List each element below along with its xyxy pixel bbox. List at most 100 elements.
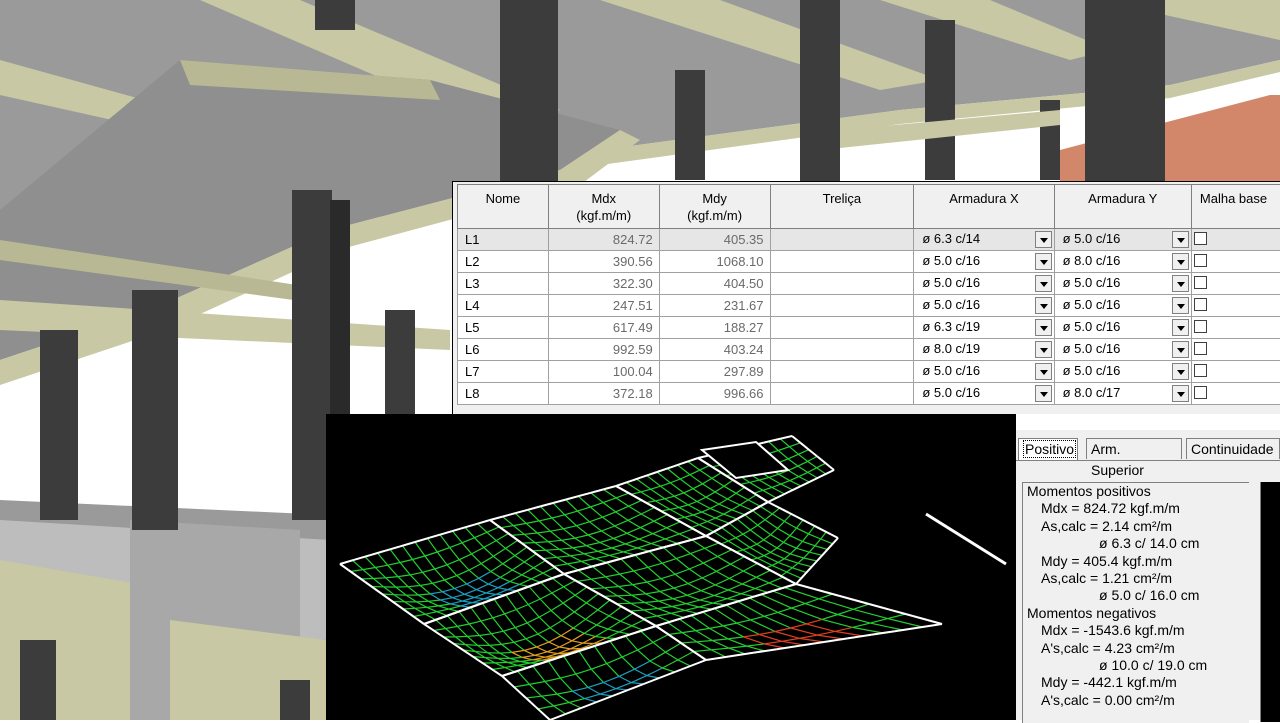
results-line: ø 6.3 c/ 14.0 cm xyxy=(1023,535,1249,552)
results-line: ø 5.0 c/ 16.0 cm xyxy=(1023,587,1249,604)
malha-base-checkbox[interactable] xyxy=(1194,320,1207,333)
dropdown-arrow-icon[interactable] xyxy=(1172,231,1189,248)
table-row[interactable]: L1824.72405.35 ø 6.3 c/14ø 5.0 c/16 xyxy=(458,229,1280,251)
col-header-nome[interactable]: Nome xyxy=(458,185,549,229)
malha-base-checkbox[interactable] xyxy=(1194,232,1207,245)
fem-mesh-viewer[interactable] xyxy=(326,414,1016,720)
cell-nome[interactable]: L1 xyxy=(458,229,549,251)
cell-trelica[interactable] xyxy=(770,229,914,251)
col-header-armadura-y[interactable]: Armadura Y xyxy=(1054,185,1191,229)
armadura-x-select[interactable]: ø 5.0 c/16 xyxy=(914,383,1054,405)
cell-trelica[interactable] xyxy=(770,251,914,273)
col-header-malha-base[interactable]: Malha base xyxy=(1191,185,1280,229)
armadura-x-select[interactable]: ø 5.0 c/16 xyxy=(914,273,1054,295)
tab-arm-superior[interactable]: Arm. Superior xyxy=(1086,438,1182,459)
armadura-y-select[interactable]: ø 5.0 c/16 xyxy=(1054,295,1191,317)
table-row[interactable]: L4247.51231.67 ø 5.0 c/16 ø 5.0 c/16 xyxy=(458,295,1280,317)
malha-base-checkbox[interactable] xyxy=(1194,298,1207,311)
cell-trelica[interactable] xyxy=(770,295,914,317)
dropdown-arrow-icon[interactable] xyxy=(1035,275,1052,292)
armadura-x-select[interactable]: ø 6.3 c/14 xyxy=(914,229,1054,251)
cell-nome[interactable]: L7 xyxy=(458,361,549,383)
armadura-y-select[interactable]: ø 8.0 c/17 xyxy=(1054,383,1191,405)
cell-trelica[interactable] xyxy=(770,383,914,405)
cell-mdy[interactable]: 1068.10 xyxy=(659,251,770,273)
cell-mdx[interactable]: 372.18 xyxy=(548,383,659,405)
armadura-y-select[interactable]: ø 5.0 c/16 xyxy=(1054,317,1191,339)
cell-mdy[interactable]: 996.66 xyxy=(659,383,770,405)
dropdown-arrow-icon[interactable] xyxy=(1035,253,1052,270)
cell-mdy[interactable]: 297.89 xyxy=(659,361,770,383)
dropdown-arrow-icon[interactable] xyxy=(1172,253,1189,270)
cell-nome[interactable]: L8 xyxy=(458,383,549,405)
armadura-y-select[interactable]: ø 5.0 c/16 xyxy=(1054,229,1191,251)
col-header-trelica[interactable]: Treliça xyxy=(770,185,914,229)
malha-base-checkbox[interactable] xyxy=(1194,342,1207,355)
table-row[interactable]: L7100.04297.89 ø 5.0 c/16 ø 5.0 c/16 xyxy=(458,361,1280,383)
armadura-x-select[interactable]: ø 8.0 c/19 xyxy=(914,339,1054,361)
malha-base-checkbox[interactable] xyxy=(1194,364,1207,377)
armadura-x-value: ø 5.0 c/16 xyxy=(922,363,980,378)
dropdown-arrow-icon[interactable] xyxy=(1172,341,1189,358)
cell-mdx[interactable]: 617.49 xyxy=(548,317,659,339)
cell-mdx[interactable]: 992.59 xyxy=(548,339,659,361)
cell-mdy[interactable]: 188.27 xyxy=(659,317,770,339)
malha-base-checkbox[interactable] xyxy=(1194,386,1207,399)
table-row[interactable]: L3322.30404.50 ø 5.0 c/16 ø 5.0 c/16 xyxy=(458,273,1280,295)
cell-mdy[interactable]: 231.67 xyxy=(659,295,770,317)
table-row[interactable]: L8372.18996.66 ø 5.0 c/16ø 8.0 c/17 xyxy=(458,383,1280,405)
cell-mdx[interactable]: 100.04 xyxy=(548,361,659,383)
cell-trelica[interactable] xyxy=(770,339,914,361)
cell-mdx[interactable]: 247.51 xyxy=(548,295,659,317)
results-line: A's,calc = 4.23 cm²/m xyxy=(1023,640,1249,657)
armadura-x-select[interactable]: ø 5.0 c/16 xyxy=(914,251,1054,273)
cell-mdx[interactable]: 824.72 xyxy=(548,229,659,251)
cell-trelica[interactable] xyxy=(770,361,914,383)
col-header-armadura-x[interactable]: Armadura X xyxy=(914,185,1054,229)
dropdown-arrow-icon[interactable] xyxy=(1035,319,1052,336)
table-row[interactable]: L5617.49188.27 ø 6.3 c/19ø 5.0 c/16 xyxy=(458,317,1280,339)
armadura-y-select[interactable]: ø 8.0 c/16 xyxy=(1054,251,1191,273)
dropdown-arrow-icon[interactable] xyxy=(1172,385,1189,402)
cell-mdx[interactable]: 390.56 xyxy=(548,251,659,273)
armadura-y-value: ø 5.0 c/16 xyxy=(1063,275,1121,290)
dropdown-arrow-icon[interactable] xyxy=(1172,319,1189,336)
cell-mdy[interactable]: 404.50 xyxy=(659,273,770,295)
dropdown-arrow-icon[interactable] xyxy=(1035,363,1052,380)
col-header-mdx[interactable]: Mdx(kgf.m/m) xyxy=(548,185,659,229)
cell-malha-base xyxy=(1191,317,1280,339)
dropdown-arrow-icon[interactable] xyxy=(1035,231,1052,248)
cell-trelica[interactable] xyxy=(770,273,914,295)
armadura-y-select[interactable]: ø 5.0 c/16 xyxy=(1054,339,1191,361)
cell-malha-base xyxy=(1191,339,1280,361)
cell-mdx[interactable]: 322.30 xyxy=(548,273,659,295)
tab-positivo[interactable]: Positivo xyxy=(1018,438,1078,460)
dropdown-arrow-icon[interactable] xyxy=(1035,297,1052,314)
tab-label: Positivo xyxy=(1023,440,1076,458)
armadura-x-select[interactable]: ø 6.3 c/19 xyxy=(914,317,1054,339)
cell-trelica[interactable] xyxy=(770,317,914,339)
armadura-y-select[interactable]: ø 5.0 c/16 xyxy=(1054,361,1191,383)
cell-mdy[interactable]: 405.35 xyxy=(659,229,770,251)
dropdown-arrow-icon[interactable] xyxy=(1035,341,1052,358)
armadura-x-select[interactable]: ø 5.0 c/16 xyxy=(914,361,1054,383)
tab-continuidade[interactable]: Continuidade xyxy=(1186,438,1280,459)
armadura-y-select[interactable]: ø 5.0 c/16 xyxy=(1054,273,1191,295)
cell-mdy[interactable]: 403.24 xyxy=(659,339,770,361)
malha-base-checkbox[interactable] xyxy=(1194,276,1207,289)
armadura-y-value: ø 5.0 c/16 xyxy=(1063,297,1121,312)
col-header-mdy[interactable]: Mdy(kgf.m/m) xyxy=(659,185,770,229)
table-row[interactable]: L2390.561068.10 ø 5.0 c/16ø 8.0 c/16 xyxy=(458,251,1280,273)
dropdown-arrow-icon[interactable] xyxy=(1035,385,1052,402)
cell-nome[interactable]: L2 xyxy=(458,251,549,273)
cell-nome[interactable]: L6 xyxy=(458,339,549,361)
dropdown-arrow-icon[interactable] xyxy=(1172,275,1189,292)
dropdown-arrow-icon[interactable] xyxy=(1172,363,1189,380)
dropdown-arrow-icon[interactable] xyxy=(1172,297,1189,314)
cell-nome[interactable]: L4 xyxy=(458,295,549,317)
armadura-x-select[interactable]: ø 5.0 c/16 xyxy=(914,295,1054,317)
cell-nome[interactable]: L5 xyxy=(458,317,549,339)
table-row[interactable]: L6992.59403.24 ø 8.0 c/19ø 5.0 c/16 xyxy=(458,339,1280,361)
malha-base-checkbox[interactable] xyxy=(1194,254,1207,267)
cell-nome[interactable]: L3 xyxy=(458,273,549,295)
